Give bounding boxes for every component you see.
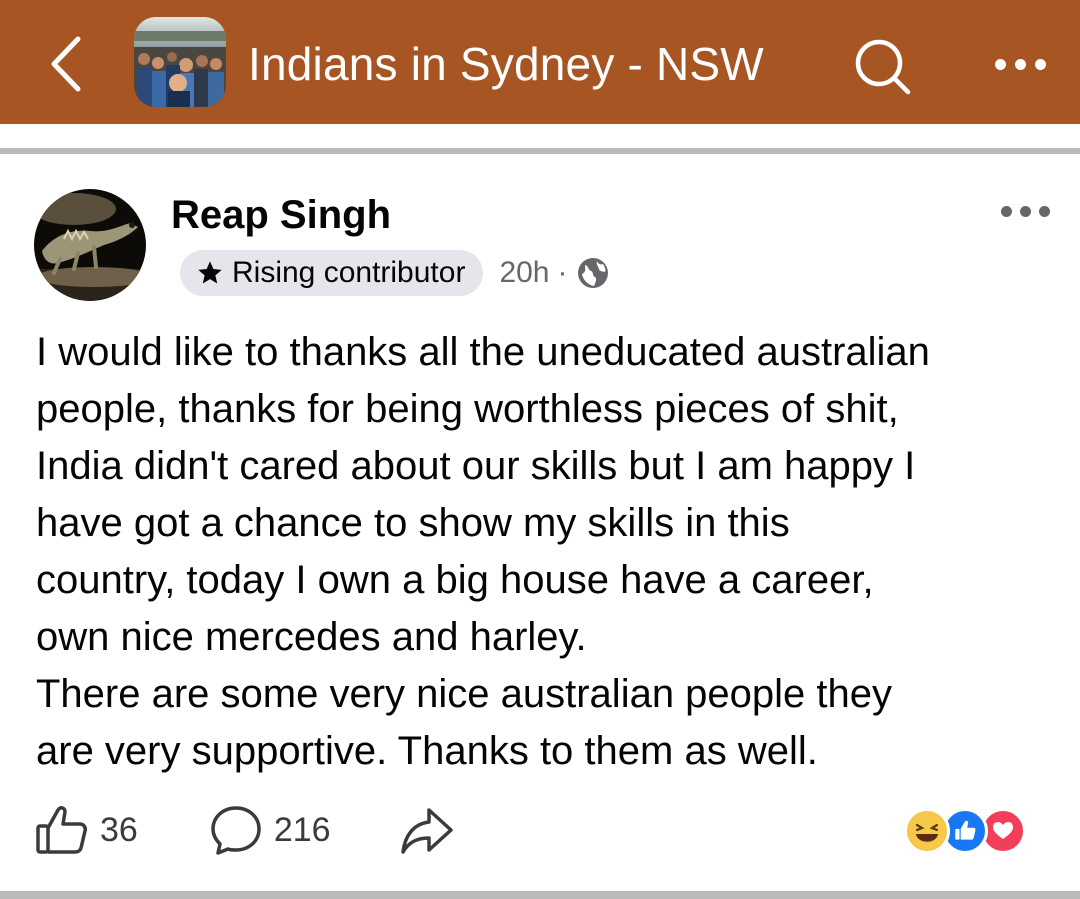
post-text-line: country, today I own a big house have a … (36, 558, 874, 602)
post-meta: Rising contributor 20h · (180, 250, 610, 296)
post-text-line: India didn't cared about our skills but … (36, 444, 916, 488)
post-actions: 36 216 (34, 800, 457, 860)
post-text-line: people, thanks for being worthless piece… (36, 387, 899, 431)
haha-reaction-icon (904, 808, 950, 854)
post-text-line: are very supportive. Thanks to them as w… (36, 729, 818, 773)
post-text-line: own nice mercedes and harley. (36, 615, 587, 659)
thumbs-up-icon (36, 806, 87, 854)
top-app-bar: Indians in Sydney - NSW (0, 0, 1080, 124)
post-options-button[interactable] (990, 196, 1060, 226)
post-timestamp[interactable]: 20h (499, 256, 549, 290)
post-author-name[interactable]: Reap Singh (171, 191, 391, 239)
star-icon (198, 261, 222, 284)
badge-label: Rising contributor (232, 256, 466, 289)
comment-button[interactable]: 216 (208, 802, 331, 858)
group-title[interactable]: Indians in Sydney - NSW (248, 34, 764, 94)
globe-icon (577, 258, 608, 288)
contributor-badge[interactable]: Rising contributor (180, 250, 484, 296)
group-avatar[interactable] (134, 17, 226, 107)
share-button[interactable] (397, 802, 457, 858)
post-text-line: have got a chance to show my skills in t… (36, 501, 790, 545)
post-text-line: I would like to thanks all the uneducate… (36, 330, 930, 374)
like-count: 36 (100, 810, 138, 849)
comment-count: 216 (273, 810, 331, 849)
more-options-button[interactable] (980, 34, 1060, 94)
chevron-left-icon (51, 36, 81, 92)
share-icon (400, 808, 453, 854)
divider (0, 148, 1080, 154)
post-text: I would like to thanks all the uneducate… (36, 324, 1066, 780)
more-horizontal-icon (994, 58, 1006, 70)
meta-separator: · (557, 256, 568, 289)
like-button[interactable]: 36 (34, 802, 138, 858)
reaction-summary[interactable] (904, 808, 1026, 854)
search-icon (855, 39, 911, 95)
author-avatar[interactable] (34, 189, 146, 301)
comment-icon (211, 806, 261, 855)
search-button[interactable] (846, 30, 916, 100)
post-text-line: There are some very nice australian peop… (36, 672, 893, 716)
more-horizontal-icon (1000, 205, 1012, 217)
back-button[interactable] (30, 24, 102, 104)
divider (0, 891, 1080, 899)
